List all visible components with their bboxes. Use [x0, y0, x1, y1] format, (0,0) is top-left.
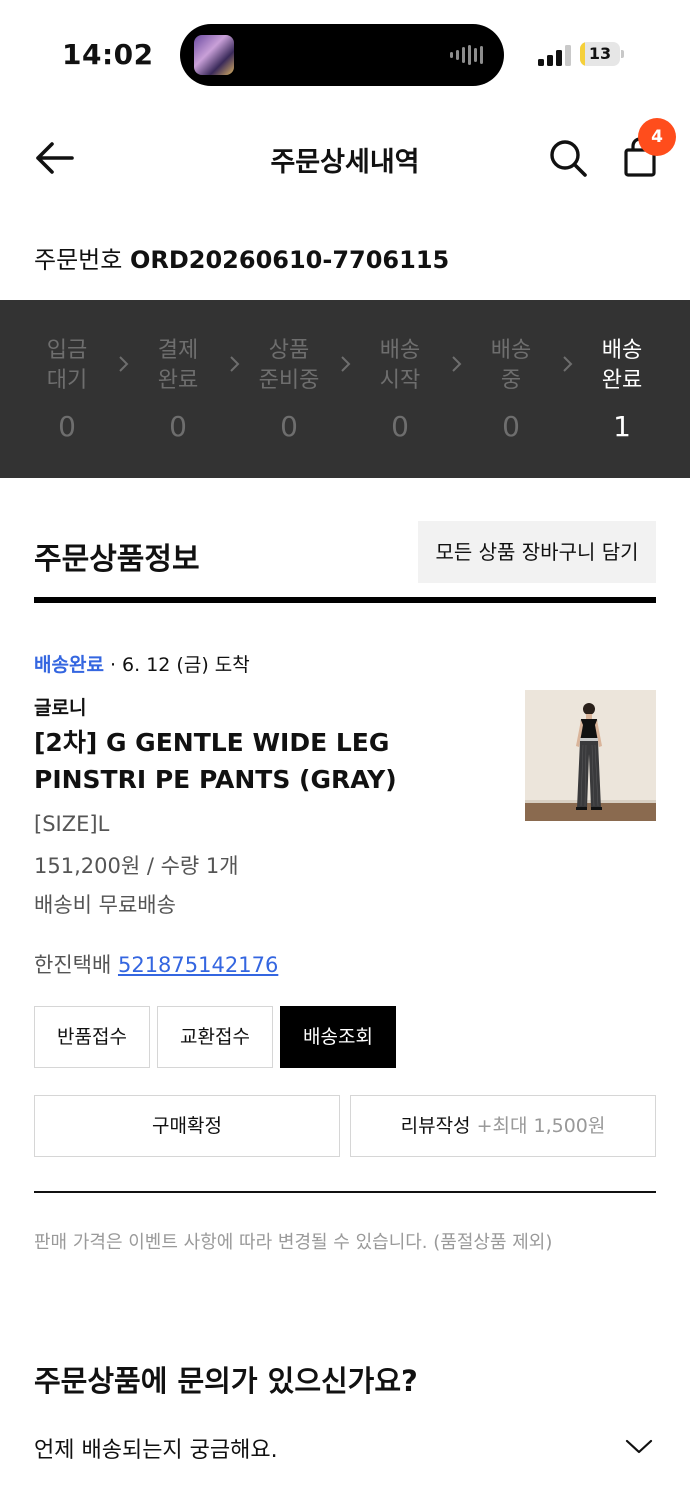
audio-wave-icon [450, 44, 486, 66]
stage-count: 0 [169, 410, 187, 443]
battery-percent: 13 [588, 44, 612, 63]
review-reward: +최대 1,500원 [476, 1115, 606, 1137]
search-button[interactable] [546, 136, 590, 180]
stage-label: 배송 시작 [379, 338, 421, 393]
confirm-purchase-button[interactable]: 구매확정 [34, 1095, 340, 1157]
stage-count: 0 [58, 410, 76, 443]
arrow-left-icon [36, 142, 74, 174]
stage-label: 배송 중 [490, 338, 532, 393]
status-time: 14:02 [62, 38, 154, 71]
chevron-right-icon [452, 356, 462, 372]
order-number: 주문번호 ORD20260610-7706115 [34, 240, 449, 275]
exchange-request-button[interactable]: 교환접수 [157, 1006, 273, 1068]
stage-shipping-started[interactable]: 배송 시작 0 [345, 300, 455, 478]
divider [34, 1191, 656, 1193]
faq-title: 주문상품에 문의가 있으신가요? [34, 1364, 418, 1398]
section-divider [34, 597, 656, 603]
track-shipment-button[interactable]: 배송조회 [280, 1006, 396, 1068]
courier-name: 한진택배 [34, 953, 112, 977]
cart-count-badge: 4 [638, 118, 676, 156]
stage-count: 1 [613, 410, 631, 443]
order-number-value: ORD20260610-7706115 [129, 246, 450, 274]
order-number-label: 주문번호 [34, 246, 123, 274]
dynamic-island[interactable] [180, 24, 504, 86]
product-name[interactable]: [2차] G GENTLE WIDE LEG PINSTRI PE PANTS … [34, 724, 494, 798]
stage-preparing[interactable]: 상품 준비중 0 [234, 300, 344, 478]
order-status-panel: 입금 대기 0 결제 완료 0 상품 준비중 0 배송 시작 0 배송 중 0 … [0, 300, 690, 478]
stage-awaiting-payment[interactable]: 입금 대기 0 [12, 300, 122, 478]
battery-icon: 13 [580, 42, 624, 66]
stage-delivered[interactable]: 배송 완료 1 [567, 300, 677, 478]
stage-count: 0 [280, 410, 298, 443]
stage-in-transit[interactable]: 배송 중 0 [456, 300, 566, 478]
delivery-status: 배송완료 [34, 654, 104, 676]
stage-payment-complete[interactable]: 결제 완료 0 [123, 300, 233, 478]
write-review-label: 리뷰작성 [400, 1115, 471, 1137]
back-button[interactable] [28, 136, 80, 180]
tracking-number-link[interactable]: 521875142176 [118, 953, 278, 977]
delivery-date: · 6. 12 (금) 도착 [103, 654, 250, 676]
delivery-info: 배송완료 · 6. 12 (금) 도착 [34, 650, 250, 677]
status-bar: 14:02 13 [0, 0, 690, 100]
search-icon [550, 140, 587, 177]
cellular-signal-icon [538, 44, 572, 66]
price-notice: 판매 가격은 이벤트 사항에 따라 변경될 수 있습니다. (품절상품 제외) [34, 1232, 553, 1253]
faq-question: 언제 배송되는지 궁금해요. [34, 1438, 278, 1463]
chevron-down-icon [625, 1439, 653, 1454]
product-photo [525, 690, 656, 821]
chevron-right-icon [341, 356, 351, 372]
stage-label: 입금 대기 [46, 338, 88, 393]
product-image[interactable] [525, 690, 656, 821]
chevron-right-icon [230, 356, 240, 372]
shipment-info: 한진택배 521875142176 [34, 949, 278, 979]
product-price-quantity: 151,200원 / 수량 1개 [34, 854, 239, 878]
stage-count: 0 [391, 410, 409, 443]
chevron-right-icon [563, 356, 573, 372]
add-all-to-cart-button[interactable]: 모든 상품 장바구니 담기 [418, 521, 656, 583]
chevron-right-icon [119, 356, 129, 372]
section-title: 주문상품정보 [34, 542, 200, 577]
stage-label: 배송 완료 [601, 338, 643, 393]
return-request-button[interactable]: 반품접수 [34, 1006, 150, 1068]
stage-count: 0 [502, 410, 520, 443]
faq-item[interactable]: 언제 배송되는지 궁금해요. [0, 1420, 690, 1476]
product-brand[interactable]: 글로니 [34, 693, 86, 720]
product-shipping-fee: 배송비 무료배송 [34, 893, 176, 917]
write-review-button[interactable]: 리뷰작성 +최대 1,500원 [350, 1095, 656, 1157]
now-playing-artwork [194, 35, 234, 75]
stage-label: 결제 완료 [157, 338, 199, 393]
product-size: [SIZE]L [34, 812, 110, 836]
app-header: 주문상세내역 [0, 110, 690, 206]
stage-label: 상품 준비중 [258, 338, 320, 393]
